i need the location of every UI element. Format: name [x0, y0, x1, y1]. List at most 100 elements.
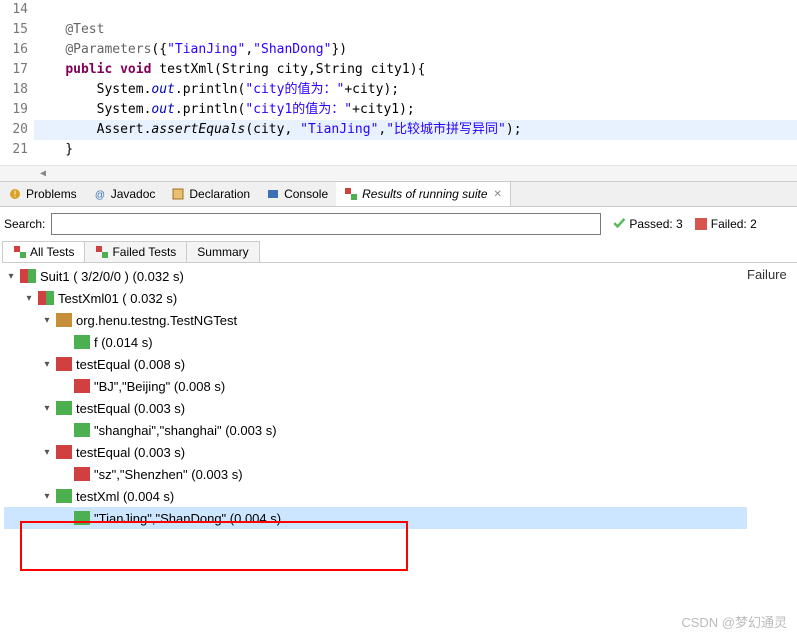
bottom-tabs: !Problems @ Javadoc Declaration Console Resul…: [0, 181, 797, 207]
expand-icon[interactable]: ▾: [40, 491, 54, 502]
search-label: Search:: [4, 217, 45, 231]
subtab-failed-tests[interactable]: Failed Tests: [84, 241, 187, 262]
code-editor[interactable]: 1415161718192021 @Test @Parameters({"Tia…: [0, 0, 797, 165]
subtab-label: Failed Tests: [112, 245, 176, 259]
tree-label: "sz","Shenzhen" (0.003 s): [92, 467, 243, 482]
status-icon: [74, 335, 90, 349]
tree-label: "BJ","Beijing" (0.008 s): [92, 379, 225, 394]
line-number: 21: [0, 140, 28, 160]
code-line[interactable]: public void testXml(String city,String c…: [34, 60, 797, 80]
editor-hscroll[interactable]: ◀: [0, 165, 797, 181]
search-row: Search: Passed: 3 Failed: 2: [0, 207, 797, 241]
expand-icon[interactable]: ▾: [40, 315, 54, 326]
tab-problems[interactable]: !Problems: [0, 182, 85, 206]
tree-row[interactable]: ▾ TestXml01 ( 0.032 s): [4, 287, 747, 309]
subtab-all-tests[interactable]: All Tests: [2, 241, 85, 262]
status-icon: [74, 379, 90, 393]
expand-icon[interactable]: ▾: [22, 293, 36, 304]
status-icon: [74, 467, 90, 481]
tree-label: testEqual (0.003 s): [74, 401, 185, 416]
expand-icon[interactable]: ▾: [40, 447, 54, 458]
subtab-icon: [95, 245, 109, 259]
tree-label: testEqual (0.003 s): [74, 445, 185, 460]
code-line[interactable]: Assert.assertEquals(city, "TianJing","比较…: [34, 120, 797, 140]
tab-results-of-running-suite[interactable]: Results of running suite ✕: [336, 182, 511, 206]
tree-row[interactable]: ▾"BJ","Beijing" (0.008 s): [4, 375, 747, 397]
subtab-label: Summary: [197, 245, 248, 259]
status-icon: [38, 291, 54, 305]
tree-row[interactable]: ▾f (0.014 s): [4, 331, 747, 353]
results-area: ▾Suit1 ( 3/2/0/0 ) (0.032 s)▾TestXml01 (…: [0, 263, 797, 529]
svg-text:@: @: [95, 190, 105, 201]
code-line[interactable]: [34, 0, 797, 20]
problems-icon: !: [8, 187, 22, 201]
status-icon: [56, 489, 72, 503]
line-number: 19: [0, 100, 28, 120]
failure-pane: Failure: [747, 265, 797, 529]
tree-label: org.henu.testng.TestNGTest: [74, 313, 237, 328]
tab-label: Declaration: [189, 187, 250, 201]
tree-label: "TianJing","ShanDong" (0.004 s): [92, 511, 281, 526]
status-icon: [56, 313, 72, 327]
code-area[interactable]: @Test @Parameters({"TianJing","ShanDong"…: [34, 0, 797, 165]
expand-icon[interactable]: ▾: [40, 359, 54, 370]
line-number: 20: [0, 120, 28, 140]
tree-row[interactable]: ▾ testEqual (0.008 s): [4, 353, 747, 375]
results-of-running-suite-icon: [344, 187, 358, 201]
line-gutter: 1415161718192021: [0, 0, 34, 165]
scroll-left-icon[interactable]: ◀: [40, 168, 46, 180]
results-tree[interactable]: ▾Suit1 ( 3/2/0/0 ) (0.032 s)▾TestXml01 (…: [0, 265, 747, 529]
code-line[interactable]: System.out.println("city1的值为："+city1);: [34, 100, 797, 120]
tree-row[interactable]: ▾ testEqual (0.003 s): [4, 397, 747, 419]
status-icon: [56, 445, 72, 459]
status-icon: [56, 357, 72, 371]
tree-label: Suit1 ( 3/2/0/0 ) (0.032 s): [38, 269, 184, 284]
tree-row[interactable]: ▾"TianJing","ShanDong" (0.004 s): [4, 507, 747, 529]
line-number: 15: [0, 20, 28, 40]
code-line[interactable]: @Parameters({"TianJing","ShanDong"}): [34, 40, 797, 60]
declaration-icon: [171, 187, 185, 201]
status-icon: [74, 511, 90, 525]
result-subtabs: All Tests Failed Tests Summary: [2, 241, 797, 263]
tree-label: TestXml01 ( 0.032 s): [56, 291, 177, 306]
tab-console[interactable]: Console: [258, 182, 336, 206]
code-line[interactable]: System.out.println("city的值为："+city);: [34, 80, 797, 100]
search-input[interactable]: [51, 213, 601, 235]
expand-icon[interactable]: ▾: [4, 271, 18, 282]
tab-label: Console: [284, 187, 328, 201]
tree-row[interactable]: ▾ testXml (0.004 s): [4, 485, 747, 507]
code-line[interactable]: @Test: [34, 20, 797, 40]
tree-label: testEqual (0.008 s): [74, 357, 185, 372]
status-icon: [56, 401, 72, 415]
tab-label: Javadoc: [111, 187, 156, 201]
subtab-summary[interactable]: Summary: [186, 241, 259, 262]
svg-text:!: !: [14, 189, 17, 199]
tree-row[interactable]: ▾"shanghai","shanghai" (0.003 s): [4, 419, 747, 441]
close-icon[interactable]: ✕: [494, 189, 502, 200]
line-number: 17: [0, 60, 28, 80]
line-number: 14: [0, 0, 28, 20]
tree-row[interactable]: ▾ testEqual (0.003 s): [4, 441, 747, 463]
tree-label: testXml (0.004 s): [74, 489, 174, 504]
subtab-label: All Tests: [30, 245, 74, 259]
tree-label: "shanghai","shanghai" (0.003 s): [92, 423, 277, 438]
failed-count: Failed: 2: [711, 217, 757, 231]
line-number: 18: [0, 80, 28, 100]
watermark: CSDN @梦幻通灵: [681, 612, 787, 631]
line-number: 16: [0, 40, 28, 60]
tree-row[interactable]: ▾"sz","Shenzhen" (0.003 s): [4, 463, 747, 485]
failed-icon: [695, 218, 707, 230]
console-icon: [266, 187, 280, 201]
passed-icon: [613, 218, 625, 230]
tab-label: Results of running suite: [362, 187, 487, 201]
passed-count: Passed: 3: [629, 217, 682, 231]
tree-row[interactable]: ▾ org.henu.testng.TestNGTest: [4, 309, 747, 331]
status-icon: [74, 423, 90, 437]
expand-icon[interactable]: ▾: [40, 403, 54, 414]
javadoc-icon: @: [93, 187, 107, 201]
tab-declaration[interactable]: Declaration: [163, 182, 258, 206]
code-line[interactable]: }: [34, 140, 797, 160]
tree-row[interactable]: ▾ Suit1 ( 3/2/0/0 ) (0.032 s): [4, 265, 747, 287]
subtab-icon: [13, 245, 27, 259]
tab-javadoc[interactable]: @ Javadoc: [85, 182, 164, 206]
